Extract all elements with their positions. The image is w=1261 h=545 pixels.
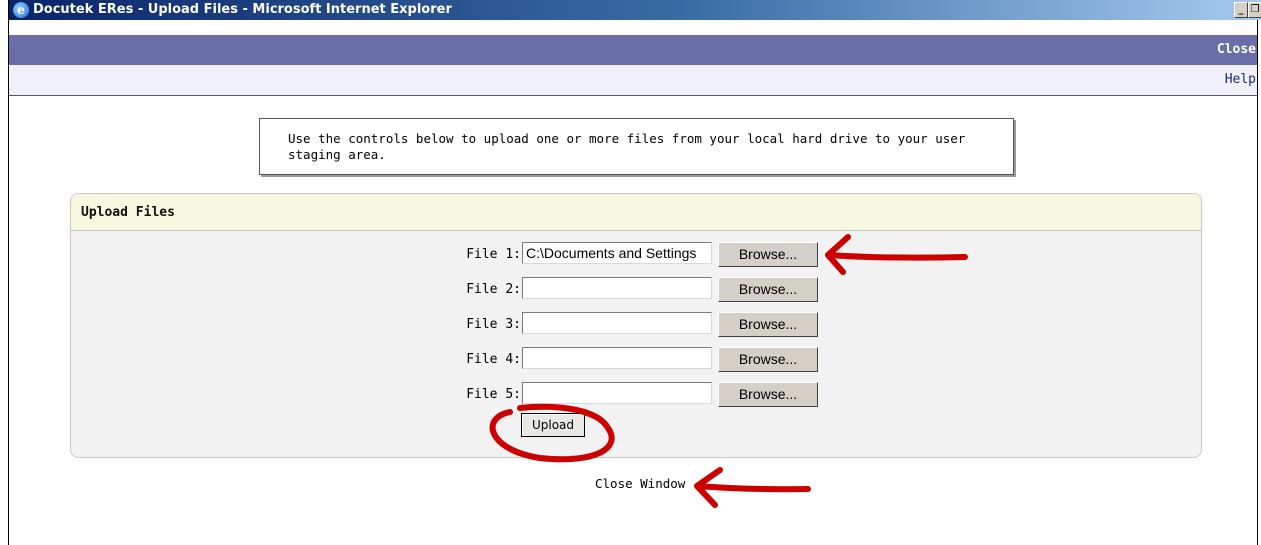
instructions-text: Use the controls below to upload one or … (288, 131, 966, 162)
file-5-label: File 5: (466, 387, 521, 402)
file-1-input[interactable]: C:\Documents and Settings (522, 242, 712, 264)
file-row-5: File 5: Browse... (71, 382, 1201, 408)
minimize-button[interactable]: _ (1234, 2, 1248, 18)
file-row-3: File 3: Browse... (71, 312, 1201, 338)
panel-header: Upload Files (71, 194, 1201, 231)
file-5-browse-button[interactable]: Browse... (718, 382, 818, 407)
file-3-input[interactable] (522, 312, 712, 334)
internet-explorer-icon: e (13, 2, 29, 18)
panel-title: Upload Files (81, 205, 175, 220)
file-2-label: File 2: (466, 282, 521, 297)
file-row-4: File 4: Browse... (71, 347, 1201, 373)
close-window-link[interactable]: Close Window (595, 476, 685, 491)
file-3-browse-button[interactable]: Browse... (718, 312, 818, 337)
header-bar: Close (9, 35, 1261, 65)
browser-window: e Docutek ERes - Upload Files - Microsof… (8, 0, 1261, 545)
help-bar: Help (9, 65, 1261, 96)
help-link[interactable]: Help (1225, 72, 1256, 87)
file-1-label: File 1: (466, 247, 521, 262)
file-4-browse-button[interactable]: Browse... (718, 347, 818, 372)
instructions-box: Use the controls below to upload one or … (259, 118, 1014, 175)
window-title-bar[interactable]: e Docutek ERes - Upload Files - Microsof… (9, 0, 1261, 20)
file-row-1: File 1: C:\Documents and Settings Browse… (71, 242, 1201, 268)
file-2-browse-button[interactable]: Browse... (718, 277, 818, 302)
close-link[interactable]: Close (1217, 42, 1256, 57)
restore-button[interactable]: ❐ (1248, 2, 1261, 18)
window-title: Docutek ERes - Upload Files - Microsoft … (33, 2, 452, 17)
file-4-input[interactable] (522, 347, 712, 369)
file-5-input[interactable] (522, 382, 712, 404)
file-2-input[interactable] (522, 277, 712, 299)
file-row-2: File 2: Browse... (71, 277, 1201, 303)
window-right-edge (1257, 20, 1261, 545)
file-4-label: File 4: (466, 352, 521, 367)
upload-button[interactable]: Upload (521, 413, 585, 437)
file-1-browse-button[interactable]: Browse... (718, 242, 818, 267)
upload-files-panel: Upload Files File 1: C:\Documents and Se… (70, 193, 1202, 458)
file-3-label: File 3: (466, 317, 521, 332)
